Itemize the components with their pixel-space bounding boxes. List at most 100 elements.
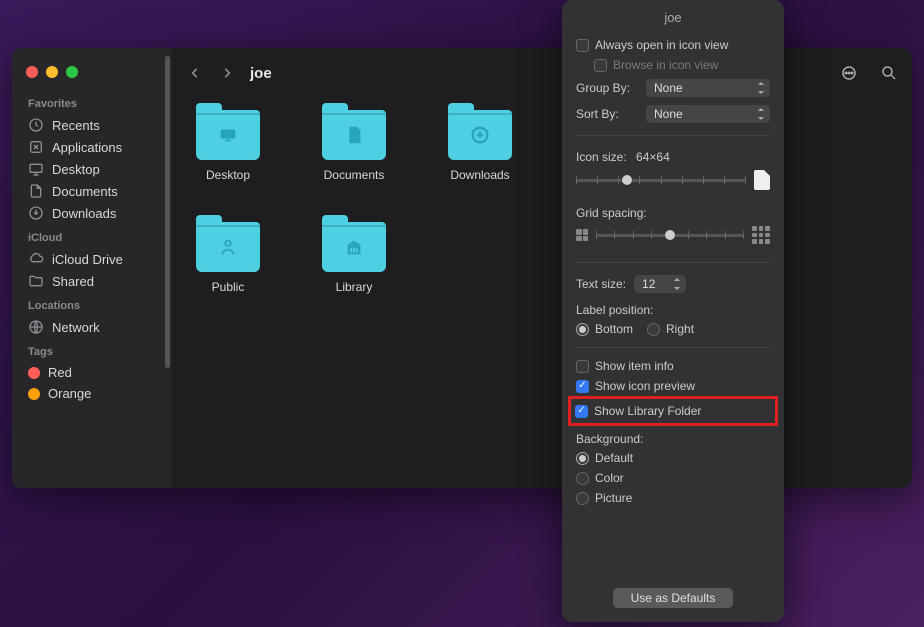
- sidebar-item-label: Shared: [52, 274, 94, 289]
- radio-icon: [647, 323, 660, 336]
- doc-icon: [322, 110, 386, 160]
- folder-icon: [448, 110, 512, 160]
- library-icon: [322, 222, 386, 272]
- sidebar-scrollbar[interactable]: [165, 56, 170, 368]
- show-library-folder-checkbox[interactable]: Show Library Folder: [575, 401, 771, 421]
- folder-icon: [196, 222, 260, 272]
- panel-title: joe: [562, 8, 784, 35]
- background-picture-radio[interactable]: Picture: [576, 488, 770, 508]
- icon-size-value: 64×64: [636, 150, 670, 164]
- sidebar-item-documents[interactable]: Documents: [12, 180, 172, 202]
- folder-label: Desktop: [206, 168, 250, 182]
- checkbox-label: Browse in icon view: [613, 58, 718, 72]
- sidebar-item-label: Downloads: [52, 206, 116, 221]
- sidebar-item-network[interactable]: Network: [12, 316, 172, 338]
- folder-content: DesktopDocumentsDownloadsMoviesPicturesP…: [172, 98, 912, 488]
- cloud-icon: [28, 251, 44, 267]
- always-open-checkbox-row[interactable]: Always open in icon view: [576, 35, 770, 55]
- zoom-window-button[interactable]: [66, 66, 78, 78]
- sidebar-heading-favorites: Favorites: [12, 94, 172, 114]
- folder-label: Documents: [324, 168, 385, 182]
- sidebar-item-label: Desktop: [52, 162, 100, 177]
- sidebar-item-downloads[interactable]: Downloads: [12, 202, 172, 224]
- document-preview-icon: [754, 170, 770, 190]
- download-icon: [448, 110, 512, 160]
- sidebar-item-label: Applications: [52, 140, 122, 155]
- label-position-label: Label position:: [576, 297, 770, 319]
- folder-item-downloads[interactable]: Downloads: [442, 110, 518, 182]
- sort-by-label: Sort By:: [576, 107, 638, 121]
- sidebar-heading-tags: Tags: [12, 342, 172, 362]
- folder-item-library[interactable]: Library: [316, 222, 392, 294]
- highlight-box: Show Library Folder: [568, 396, 778, 426]
- forward-button[interactable]: [218, 64, 236, 82]
- background-default-radio[interactable]: Default: [576, 448, 770, 468]
- back-button[interactable]: [186, 64, 204, 82]
- show-icon-preview-checkbox[interactable]: Show icon preview: [576, 376, 770, 396]
- folder-item-public[interactable]: Public: [190, 222, 266, 294]
- folder-label: Public: [212, 280, 245, 294]
- view-options-panel: joe Always open in icon view Browse in i…: [562, 0, 784, 622]
- background-label: Background:: [576, 426, 770, 448]
- sidebar-item-desktop[interactable]: Desktop: [12, 158, 172, 180]
- clock-icon: [28, 117, 44, 133]
- sidebar-item-tag-orange[interactable]: Orange: [12, 383, 172, 404]
- shared-folder-icon: [28, 273, 44, 289]
- sidebar-item-applications[interactable]: Applications: [12, 136, 172, 158]
- sidebar-item-tag-red[interactable]: Red: [12, 362, 172, 383]
- document-icon: [28, 183, 44, 199]
- grid-small-icon: [576, 229, 588, 241]
- minimize-window-button[interactable]: [46, 66, 58, 78]
- close-window-button[interactable]: [26, 66, 38, 78]
- applications-icon: [28, 139, 44, 155]
- sidebar-item-icloud-drive[interactable]: iCloud Drive: [12, 248, 172, 270]
- sidebar-heading-icloud: iCloud: [12, 228, 172, 248]
- action-menu-button[interactable]: [840, 64, 858, 82]
- grid-spacing-slider[interactable]: [596, 228, 744, 242]
- text-size-select[interactable]: 12: [634, 275, 686, 293]
- public-icon: [196, 222, 260, 272]
- folder-icon: [322, 110, 386, 160]
- sidebar-heading-locations: Locations: [12, 296, 172, 316]
- tag-dot-red: [28, 367, 40, 379]
- window-title: joe: [250, 65, 272, 82]
- main-area: joe DesktopDocumentsDownloadsMoviesPictu…: [172, 48, 912, 488]
- folder-label: Library: [336, 280, 373, 294]
- network-icon: [28, 319, 44, 335]
- sidebar-item-shared[interactable]: Shared: [12, 270, 172, 292]
- checkbox-icon: [576, 380, 589, 393]
- radio-icon: [576, 323, 589, 336]
- icon-size-slider[interactable]: [576, 173, 746, 187]
- checkbox-label: Always open in icon view: [595, 38, 728, 52]
- sidebar-item-label: Network: [52, 320, 100, 335]
- sort-by-select[interactable]: None: [646, 105, 770, 123]
- use-as-defaults-button[interactable]: Use as Defaults: [613, 588, 734, 608]
- icon-size-label: Icon size:: [576, 150, 627, 164]
- desktop-icon: [28, 161, 44, 177]
- folder-icon: [322, 222, 386, 272]
- folder-item-desktop[interactable]: Desktop: [190, 110, 266, 182]
- label-position-bottom-radio[interactable]: Bottom: [576, 322, 633, 336]
- toolbar: joe: [172, 48, 912, 98]
- checkbox-icon: [576, 360, 589, 373]
- group-by-select[interactable]: None: [646, 79, 770, 97]
- folder-item-documents[interactable]: Documents: [316, 110, 392, 182]
- radio-icon: [576, 452, 589, 465]
- show-item-info-checkbox[interactable]: Show item info: [576, 356, 770, 376]
- sidebar-item-label: iCloud Drive: [52, 252, 123, 267]
- traffic-lights: [12, 56, 172, 92]
- search-button[interactable]: [880, 64, 898, 82]
- downloads-icon: [28, 205, 44, 221]
- grid-large-icon: [752, 226, 770, 244]
- sidebar-item-recents[interactable]: Recents: [12, 114, 172, 136]
- browse-checkbox-row: Browse in icon view: [576, 55, 770, 75]
- radio-icon: [576, 472, 589, 485]
- grid-spacing-label: Grid spacing:: [576, 200, 770, 222]
- tag-dot-orange: [28, 388, 40, 400]
- sidebar-item-label: Documents: [52, 184, 118, 199]
- desktop-icon: [196, 110, 260, 160]
- checkbox-icon: [576, 39, 589, 52]
- background-color-radio[interactable]: Color: [576, 468, 770, 488]
- folder-icon: [196, 110, 260, 160]
- label-position-right-radio[interactable]: Right: [647, 322, 694, 336]
